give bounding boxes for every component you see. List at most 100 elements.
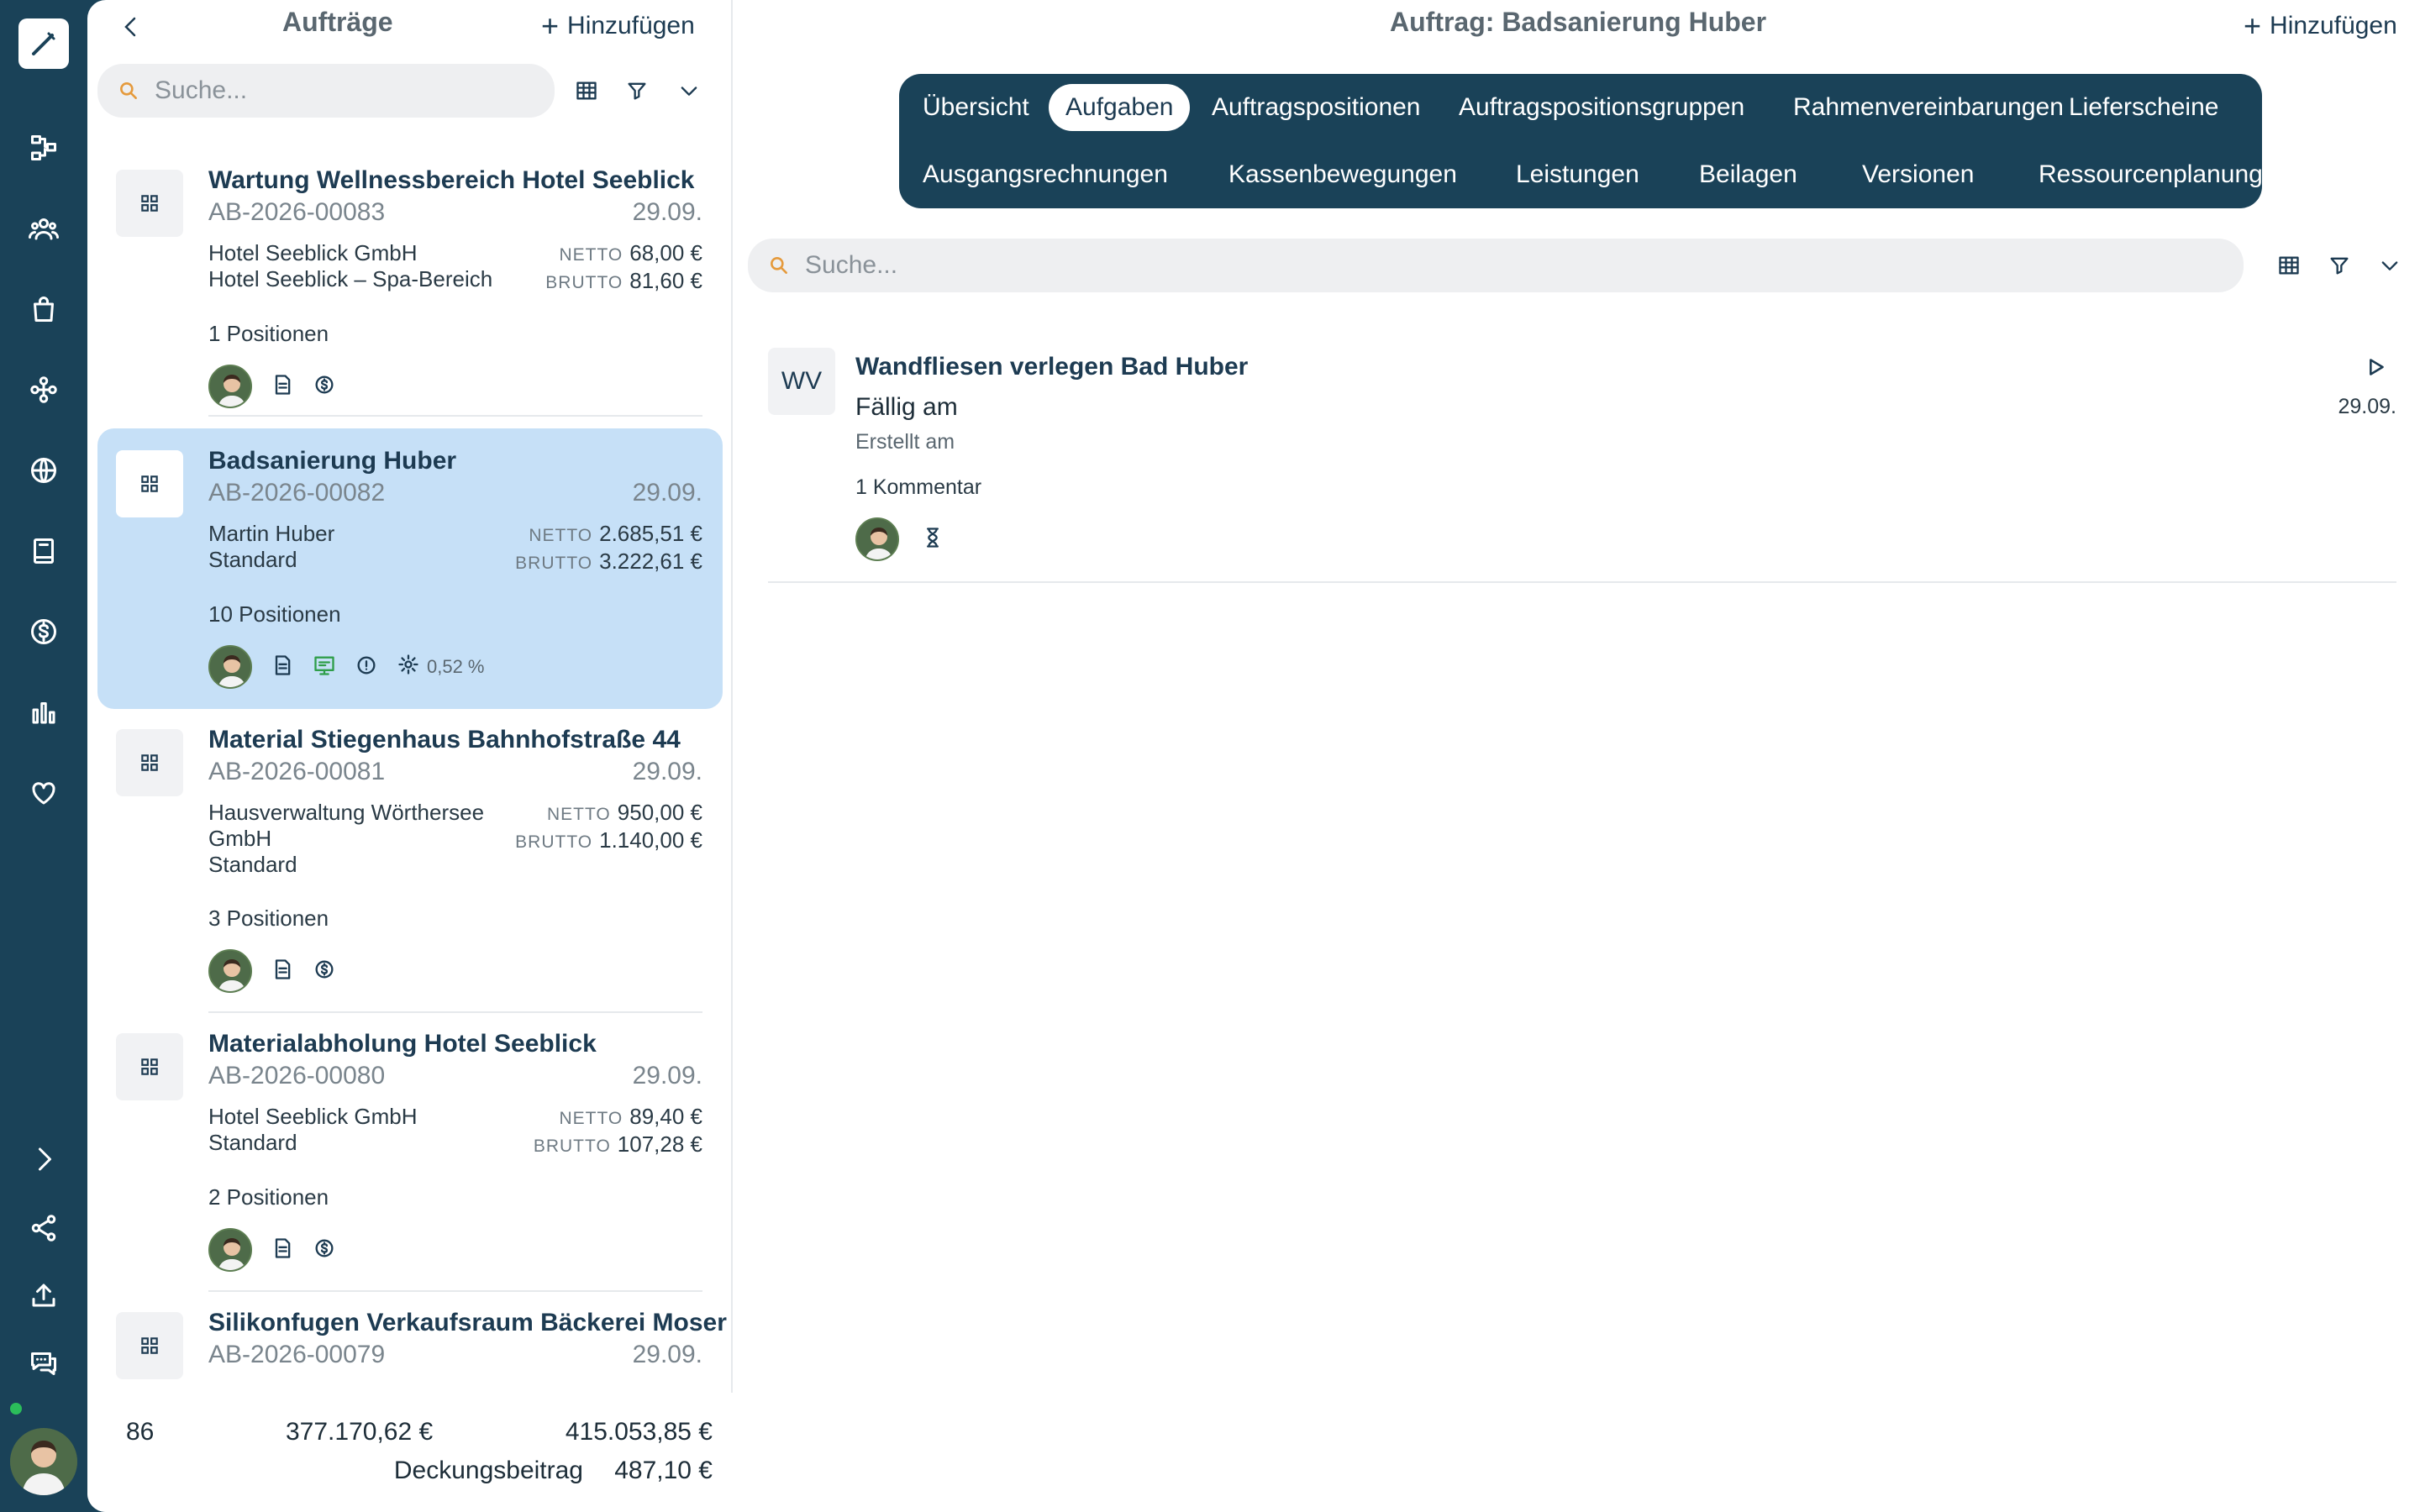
document-icon[interactable]: [271, 373, 294, 401]
dollar-icon[interactable]: [22, 610, 66, 654]
document-icon[interactable]: [271, 958, 294, 985]
customers-icon[interactable]: [22, 207, 66, 250]
tasks-search-bar[interactable]: [748, 239, 2244, 292]
dollar-icon[interactable]: [313, 373, 336, 401]
assignee-avatar[interactable]: [208, 1228, 252, 1272]
app-logo-icon[interactable]: [18, 18, 69, 69]
order-customer: Hotel Seeblick GmbH Hotel Seeblick – Spa…: [208, 240, 492, 292]
tab-ausgangsrechnungen[interactable]: Ausgangsrechnungen: [923, 151, 1168, 198]
document-icon[interactable]: [271, 654, 294, 681]
order-date: 29.09.: [632, 1062, 702, 1089]
order-title: Materialabholung Hotel Seeblick: [208, 1030, 597, 1058]
icon-rail: [0, 0, 87, 1512]
tab-auftragspositionen[interactable]: Auftragspositionen: [1212, 84, 1421, 131]
user-avatar[interactable]: [10, 1428, 77, 1495]
orders-list-panel: Aufträge + Hinzufügen Wartung Wellnessbe…: [87, 0, 733, 1512]
chat-icon[interactable]: [22, 1341, 66, 1384]
add-button-label: Hinzufügen: [567, 12, 695, 39]
add-task-button[interactable]: + Hinzufügen: [2244, 8, 2397, 44]
order-footer: 0,52 %: [208, 645, 485, 689]
assignee-avatar[interactable]: [208, 645, 252, 689]
search-icon: [120, 82, 137, 99]
heart-icon[interactable]: [22, 771, 66, 815]
order-grid-icon: [116, 170, 183, 237]
tab-versionen[interactable]: Versionen: [1862, 151, 1974, 198]
order-title: Badsanierung Huber: [208, 447, 457, 475]
order-title: Material Stiegenhaus Bahnhofstraße 44: [208, 726, 681, 753]
chevron-down-icon[interactable]: [672, 74, 706, 108]
customer-line: Hotel Seeblick GmbH: [208, 1104, 418, 1129]
online-status-indicator: [8, 1401, 24, 1416]
invoice-screen-icon[interactable]: [313, 654, 336, 681]
tab-lieferscheine[interactable]: Lieferscheine: [2069, 84, 2218, 131]
play-icon[interactable]: [2361, 353, 2390, 381]
order-card[interactable]: Material Stiegenhaus Bahnhofstraße 44 AB…: [97, 707, 723, 1013]
tab-kassenbewegungen[interactable]: Kassenbewegungen: [1228, 151, 1457, 198]
divider: [208, 415, 702, 417]
table-view-icon[interactable]: [2272, 249, 2306, 282]
brutto-label: BRUTTO: [515, 832, 593, 852]
table-view-icon[interactable]: [570, 74, 603, 108]
order-date: 29.09.: [632, 758, 702, 785]
order-card[interactable]: Materialabholung Hotel Seeblick AB-2026-…: [97, 1011, 723, 1292]
task-row[interactable]: WV Wandfliesen verlegen Bad Huber Fällig…: [768, 336, 2396, 583]
task-created-label: Erstellt am: [855, 430, 955, 454]
order-title: Silikonfugen Verkaufsraum Bäckerei Moser: [208, 1309, 727, 1336]
netto-value: 68,00 €: [629, 240, 702, 265]
order-card[interactable]: Silikonfugen Verkaufsraum Bäckerei Moser…: [97, 1290, 727, 1399]
order-date: 29.09.: [632, 479, 702, 507]
dollar-icon[interactable]: [313, 958, 336, 985]
detail-title: Auftrag: Badsanierung Huber: [1390, 7, 1767, 37]
book-icon[interactable]: [22, 529, 66, 573]
tab-leistungen[interactable]: Leistungen: [1516, 151, 1639, 198]
tab-auftragspositionsgruppen[interactable]: Auftragspositionsgruppen: [1459, 84, 1744, 131]
share-icon[interactable]: [22, 1206, 66, 1250]
brutto-value: 81,60 €: [629, 268, 702, 293]
order-title: Wartung Wellnessbereich Hotel Seeblick: [208, 166, 695, 194]
chevron-down-icon[interactable]: [2373, 249, 2407, 282]
tab-uebersicht[interactable]: Übersicht: [923, 84, 1029, 131]
order-positions: 10 Positionen: [208, 601, 341, 627]
expand-chevron-icon[interactable]: [22, 1137, 66, 1181]
order-footer: [208, 1228, 336, 1272]
globe-icon[interactable]: [22, 449, 66, 492]
order-customer: Hotel Seeblick GmbH Standard: [208, 1104, 418, 1156]
assignee-avatar[interactable]: [855, 517, 899, 561]
brutto-total: 415.053,85 €: [565, 1418, 713, 1446]
customer-line: GmbH: [208, 826, 272, 851]
filter-icon[interactable]: [2323, 249, 2356, 282]
task-comments[interactable]: 1 Kommentar: [855, 475, 981, 500]
filter-icon[interactable]: [620, 74, 654, 108]
info-icon[interactable]: [355, 654, 378, 681]
shopping-bag-icon[interactable]: [22, 287, 66, 331]
tab-ressourcenplanung[interactable]: Ressourcenplanung: [2039, 151, 2263, 198]
tab-beilagen[interactable]: Beilagen: [1699, 151, 1797, 198]
tab-rahmenvereinbarungen[interactable]: Rahmenvereinbarungen: [1793, 84, 2064, 131]
order-date: 29.09.: [632, 1341, 702, 1368]
add-order-button[interactable]: + Hinzufügen: [541, 8, 695, 44]
workflow-icon[interactable]: [22, 126, 66, 170]
netto-value: 89,40 €: [629, 1104, 702, 1129]
orders-search-input[interactable]: [155, 76, 504, 105]
order-grid-icon: [116, 450, 183, 517]
dollar-icon[interactable]: [313, 1236, 336, 1264]
order-amounts: NETTO 2.685,51 € BRUTTO 3.222,61 €: [515, 521, 702, 576]
order-card-selected[interactable]: Badsanierung Huber AB-2026-00082 29.09. …: [97, 428, 723, 709]
task-date: 29.09.: [2338, 395, 2396, 418]
orders-summary-bar: 86 377.170,62 € 415.053,85 € Deckungsbei…: [87, 1393, 733, 1512]
customer-line: Martin Huber: [208, 521, 335, 546]
back-chevron-icon[interactable]: [114, 10, 148, 44]
assignee-avatar[interactable]: [208, 949, 252, 993]
orders-search-bar[interactable]: [97, 64, 555, 118]
document-icon[interactable]: [271, 1236, 294, 1264]
assignee-avatar[interactable]: [208, 365, 252, 408]
task-initials: WV: [768, 348, 835, 415]
modules-icon[interactable]: [22, 368, 66, 412]
upload-icon[interactable]: [22, 1273, 66, 1317]
order-detail-panel: Auftrag: Badsanierung Huber + Hinzufügen…: [734, 0, 2420, 1512]
tab-aufgaben[interactable]: Aufgaben: [1049, 84, 1191, 131]
order-positions: 2 Positionen: [208, 1184, 329, 1210]
bar-chart-icon[interactable]: [22, 690, 66, 734]
order-card[interactable]: Wartung Wellnessbereich Hotel Seeblick A…: [97, 148, 723, 417]
tasks-search-input[interactable]: [805, 251, 1986, 280]
